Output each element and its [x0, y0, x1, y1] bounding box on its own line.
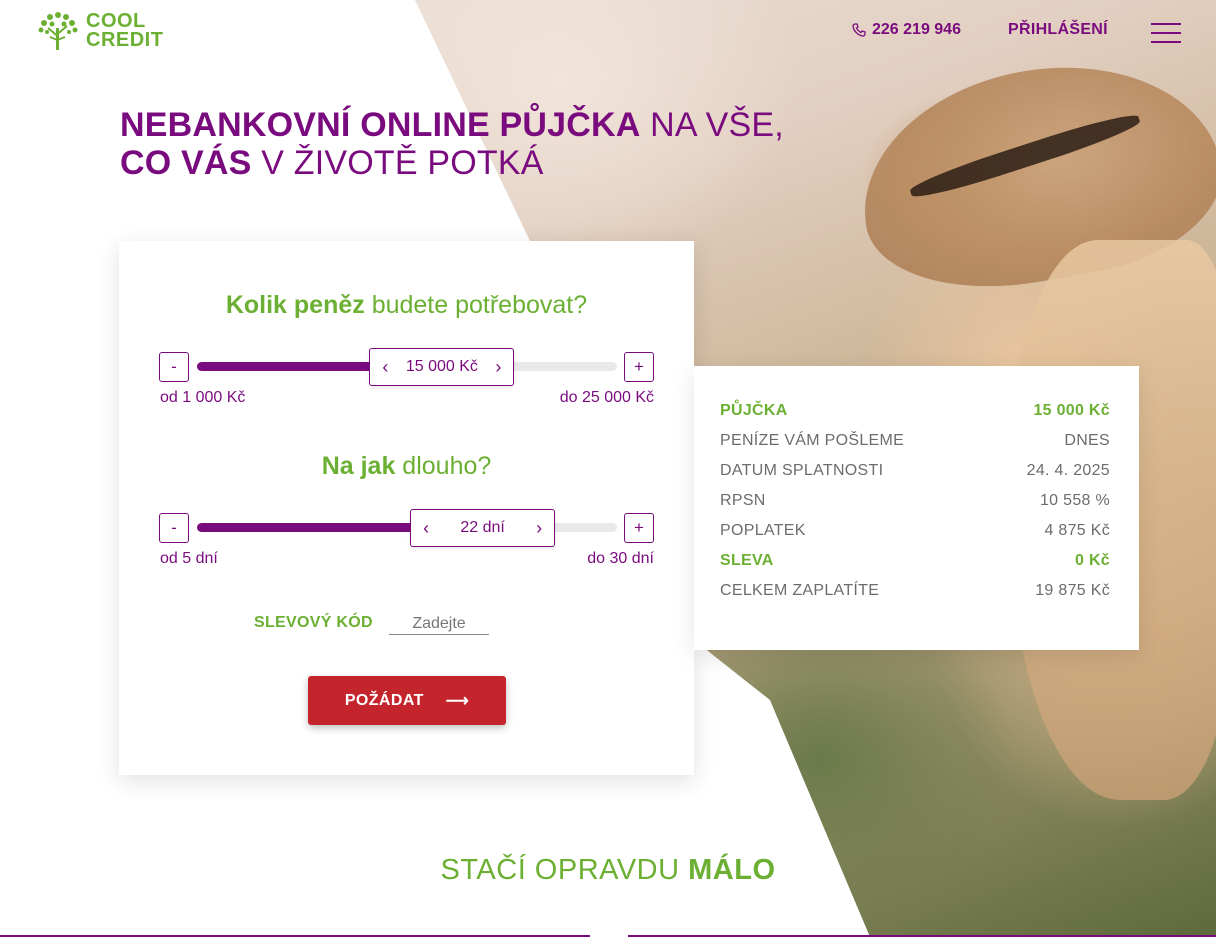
amount-question: Kolik peněz budete potřebovat?	[225, 291, 588, 319]
duration-slider-thumb[interactable]: ‹ 22 dní ›	[410, 509, 556, 547]
arrow-right-icon: ⟶	[445, 692, 470, 710]
duration-value: 22 dní	[460, 519, 505, 536]
tree-logo-icon	[38, 12, 78, 50]
section-title: STAČÍ OPRAVDU MÁLO	[440, 854, 776, 886]
hero-line1-bold: NEBANKOVNÍ ONLINE PŮJČKA	[120, 106, 641, 144]
amount-value: 15 000 Kč	[405, 358, 478, 375]
duration-min-label: od 5 dní	[160, 550, 218, 567]
chevron-right-icon[interactable]: ›	[491, 357, 505, 378]
summary-row-send: PENÍZE VÁM POŠLEME DNES	[720, 432, 1110, 449]
summary-row-rpsn: RPSN 10 558 %	[720, 492, 1110, 509]
amount-slider-thumb[interactable]: ‹ 15 000 Kč ›	[369, 348, 515, 386]
chevron-left-icon[interactable]: ‹	[419, 518, 433, 539]
amount-plus-button[interactable]: +	[624, 352, 654, 382]
summary-row-total: CELKEM ZAPLATÍTE 19 875 Kč	[720, 582, 1110, 599]
summary-row-due-date: DATUM SPLATNOSTI 24. 4. 2025	[720, 462, 1110, 479]
hero-line1-light: NA VŠE,	[640, 106, 784, 144]
loan-calculator: Kolik peněz budete potřebovat? - ‹ 15 00…	[119, 241, 694, 775]
submit-label: POŽÁDAT	[344, 691, 424, 709]
promo-code-input[interactable]	[389, 613, 489, 635]
duration-minus-button[interactable]: -	[159, 513, 189, 543]
duration-max-label: do 30 dní	[587, 550, 654, 567]
loan-summary-card: PŮJČKA 15 000 Kč PENÍZE VÁM POŠLEME DNES D…	[694, 366, 1139, 650]
hero-title: NEBANKOVNÍ ONLINE PŮJČKA NA VŠE, CO VÁS …	[120, 106, 784, 182]
amount-max-label: do 25 000 Kč	[559, 389, 654, 406]
summary-row-discount: SLEVA 0 Kč	[720, 552, 1110, 569]
promo-code-label: SLEVOVÝ KÓD	[254, 614, 373, 631]
submit-request-button[interactable]: POŽÁDAT ⟶	[308, 676, 506, 725]
login-link[interactable]: PŘIHLÁŠENÍ	[1008, 21, 1108, 39]
hero-line2-bold: CO VÁS	[120, 144, 252, 182]
amount-min-label: od 1 000 Kč	[160, 389, 246, 406]
hero-line2-light: V ŽIVOTĚ POTKÁ	[251, 144, 544, 182]
logo[interactable]: COOL CREDIT	[36, 10, 163, 52]
chevron-left-icon[interactable]: ‹	[378, 357, 392, 378]
amount-minus-button[interactable]: -	[159, 352, 189, 382]
phone-icon	[852, 23, 866, 37]
duration-question: Na jak dlouho?	[321, 452, 492, 480]
summary-row-fee: POPLATEK 4 875 Kč	[720, 522, 1110, 539]
hamburger-menu-icon[interactable]	[1151, 23, 1181, 43]
header-phone-link[interactable]: 226 219 946	[852, 21, 961, 39]
phone-number: 226 219 946	[872, 21, 961, 38]
summary-row-loan: PŮJČKA 15 000 Kč	[720, 402, 1110, 419]
logo-line-2: CREDIT	[86, 29, 164, 51]
duration-plus-button[interactable]: +	[624, 513, 654, 543]
chevron-right-icon[interactable]: ›	[532, 518, 546, 539]
